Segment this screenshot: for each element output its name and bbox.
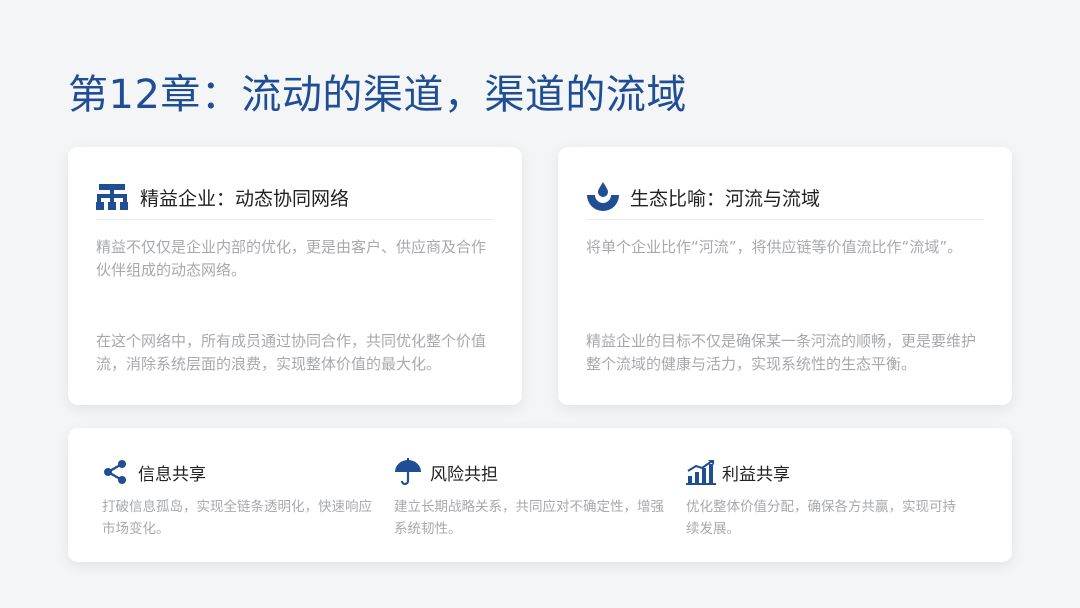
feature-title: 利益共享 xyxy=(722,464,790,485)
card-paragraph: 在这个网络中，所有成员通过协同合作，共同优化整个价值流，消除系统层面的浪费，实现… xyxy=(96,332,487,373)
feature-benefit-sharing: 利益共享 优化整体价值分配，确保各方共赢，实现可持续发展。 xyxy=(686,458,956,540)
feature-description: 打破信息孤岛，实现全链条透明化，快速响应市场变化。 xyxy=(102,499,372,537)
card-collaboration-features: 信息共享 打破信息孤岛，实现全链条透明化，快速响应市场变化。 风险共担 建立长期… xyxy=(68,428,1012,562)
feature-info-sharing: 信息共享 打破信息孤岛，实现全链条透明化，快速响应市场变化。 xyxy=(102,458,372,540)
water-drop-icon xyxy=(586,180,620,214)
bar-chart-icon xyxy=(686,458,716,486)
page-title: 第12章：流动的渠道，渠道的流域 xyxy=(68,72,687,118)
feature-header: 信息共享 xyxy=(102,458,372,486)
feature-title: 信息共享 xyxy=(138,464,206,485)
feature-header: 利益共享 xyxy=(686,458,956,486)
org-chart-icon xyxy=(96,180,130,214)
card-header: 精益企业：动态协同网络 xyxy=(96,175,494,220)
card-paragraph: 精益企业的目标不仅是确保某一条河流的顺畅，更是要维护整个流域的健康与活力，实现系… xyxy=(586,332,977,373)
feature-description: 优化整体价值分配，确保各方共赢，实现可持续发展。 xyxy=(686,499,956,537)
feature-title: 风险共担 xyxy=(430,464,498,485)
share-icon xyxy=(102,458,132,486)
feature-risk-sharing: 风险共担 建立长期战略关系，共同应对不确定性，增强系统韧性。 xyxy=(394,458,664,540)
card-paragraph: 精益不仅仅是企业内部的优化，更是由客户、供应商及合作伙伴组成的动态网络。 xyxy=(96,238,487,279)
feature-description: 建立长期战略关系，共同应对不确定性，增强系统韧性。 xyxy=(394,499,664,537)
umbrella-icon xyxy=(394,458,424,486)
card-lean-enterprise: 精益企业：动态协同网络 精益不仅仅是企业内部的优化，更是由客户、供应商及合作伙伴… xyxy=(68,147,522,405)
card-header: 生态比喻：河流与流域 xyxy=(586,175,984,220)
card-ecosystem-metaphor: 生态比喻：河流与流域 将单个企业比作“河流”，将供应链等价值流比作“流域”。 精… xyxy=(558,147,1012,405)
card-title: 精益企业：动态协同网络 xyxy=(140,187,350,210)
card-paragraph: 将单个企业比作“河流”，将供应链等价值流比作“流域”。 xyxy=(586,238,963,256)
feature-header: 风险共担 xyxy=(394,458,664,486)
card-title: 生态比喻：河流与流域 xyxy=(630,187,821,210)
